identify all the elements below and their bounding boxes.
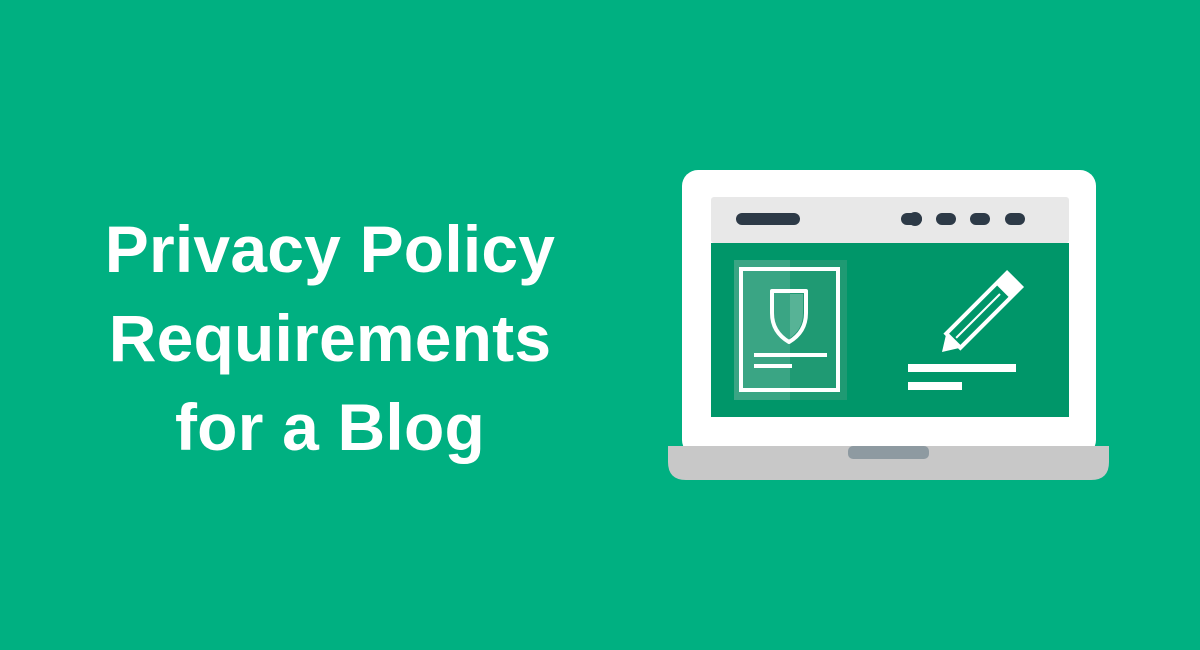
browser-address-bar <box>736 213 800 225</box>
headline-line-1: Privacy Policy <box>104 212 556 286</box>
document-text-line <box>754 364 792 368</box>
laptop-icon <box>668 170 1109 480</box>
browser-control-dot <box>970 213 990 225</box>
laptop-notch <box>848 446 929 459</box>
headline-line-2: Requirements <box>108 301 552 375</box>
hero-banner: Privacy Policy Requirements for a Blog <box>0 0 1200 650</box>
browser-control-dot <box>1005 213 1025 225</box>
writing-line <box>908 382 962 390</box>
document-text-line <box>754 353 827 357</box>
browser-control-dot <box>936 213 956 225</box>
policy-document-icon <box>734 260 847 400</box>
writing-line <box>908 364 1016 372</box>
headline-line-3: for a Blog <box>175 390 485 464</box>
browser-control-dot <box>901 213 922 225</box>
headline: Privacy Policy Requirements for a Blog <box>60 205 600 472</box>
